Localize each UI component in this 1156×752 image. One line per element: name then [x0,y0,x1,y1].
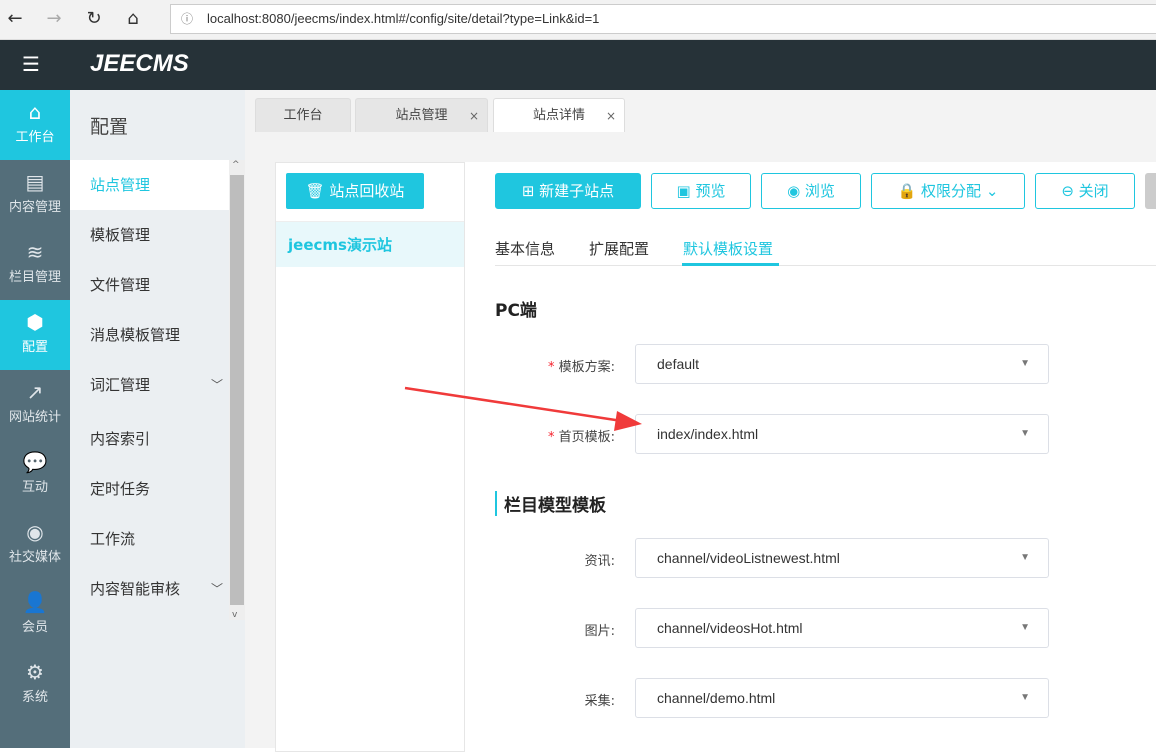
tab-extension-config[interactable]: 扩展配置 [589,238,649,259]
iconbar-item[interactable]: ⚙ 系统 [0,650,70,720]
iconbar-item[interactable]: 💬 互动 [0,440,70,510]
chevron-down-icon: ⌄ [981,182,999,200]
caret-down-icon: ▼ [1020,428,1030,439]
preview-button[interactable]: ▣ 预览 [651,173,751,209]
back-icon[interactable]: ← [3,8,27,29]
tab-divider [495,265,1156,266]
field-label: 图片: [584,624,615,639]
tab-site-detail[interactable]: 站点详情 × [493,98,625,132]
eye-icon: ◉ [787,182,805,200]
hamburger-menu-icon[interactable]: ☰ [22,52,40,76]
nav-icon: ↗ [26,380,44,404]
iconbar-item[interactable]: ↗ 网站统计 [0,370,70,440]
nav-icon: ◉ [26,520,44,544]
site-detail-main: ⊞ 新建子站点 ▣ 预览 ◉ 浏览 🔒 权限分配 ⌄ ⊖ 关闭 基本信息 扩展配… [465,162,1156,752]
menu-item[interactable]: 内容索引 [70,414,229,464]
template-scheme-select[interactable]: default ▼ [635,344,1049,384]
tab-site-management[interactable]: 站点管理 × [355,98,488,132]
field-label: * 模板方案: [547,360,615,375]
home-template-select[interactable]: index/index.html ▼ [635,414,1049,454]
menu-title: 配置 [90,116,129,138]
permission-dropdown-button[interactable]: 🔒 权限分配 ⌄ [871,173,1025,209]
menu-item[interactable]: 工作流 [70,514,229,564]
nav-icon: ⌂ [28,100,42,124]
menu-item[interactable]: 定时任务 [70,464,229,514]
iconbar-item[interactable]: ▤ 内容管理 [0,160,70,230]
nav-icon: 👤 [22,590,48,614]
recycle-icon: 🗑 [305,182,330,200]
info-icon: ⓘ [181,12,194,26]
menu-item[interactable]: 模板管理 [70,210,229,260]
chevron-down-icon: ﹀ [210,582,223,596]
caret-down-icon: ▼ [1020,552,1030,563]
file-search-icon: ▣ [676,182,696,200]
news-template-select[interactable]: channel/videoListnewest.html ▼ [635,538,1049,578]
url-text: localhost:8080/jeecms/index.html#/config… [207,11,600,26]
caret-down-icon: ▼ [1020,622,1030,633]
lock-icon: 🔒 [897,182,922,200]
field-label: 资讯: [584,554,615,569]
pc-section-title: PC端 [495,301,537,321]
channel-section-title: 栏目模型模板 [495,491,606,516]
reload-icon[interactable]: ↻ [82,8,106,29]
nav-icon: ⬢ [26,310,44,334]
minus-circle-icon: ⊖ [1061,182,1079,200]
chevron-down-icon: ﹀ [210,378,223,392]
forward-icon[interactable]: → [42,8,66,29]
nav-icon: ▤ [25,170,45,194]
caret-down-icon: ▼ [1020,358,1030,369]
image-template-select[interactable]: channel/videosHot.html ▼ [635,608,1049,648]
menu-item[interactable]: 站点管理 [70,160,229,210]
collect-template-select[interactable]: channel/demo.html ▼ [635,678,1049,718]
nav-icon: ≋ [26,240,44,264]
icon-sidebar: ⌂ 工作台 ▤ 内容管理 ≋ 栏目管理 ⬢ 配置 ↗ 网站统计 💬 互动 ◉ 社交媒体 👤 会员 ⚙ 系统 [0,90,70,748]
menu-item[interactable]: 词汇管理 ﹀ [70,360,229,410]
iconbar-item[interactable]: ≋ 栏目管理 [0,230,70,300]
new-subsite-button[interactable]: ⊞ 新建子站点 [495,173,641,209]
iconbar-item[interactable]: ⬢ 配置 [0,300,70,370]
nav-icon: 💬 [22,450,48,474]
menu-scrollbar[interactable]: ^ v [229,160,245,620]
tab-basic-info[interactable]: 基本信息 [495,238,555,259]
active-tab-indicator [682,263,779,266]
tab-workbench[interactable]: 工作台 [255,98,351,132]
iconbar-item[interactable]: 👤 会员 [0,580,70,650]
close-icon[interactable]: × [469,99,479,133]
menu-item[interactable]: 消息模板管理 [70,310,229,360]
address-bar[interactable]: ⓘ localhost:8080/jeecms/index.html#/confi… [170,4,1156,34]
logo: JEECMS [90,50,189,77]
browser-toolbar: ← → ↻ ⌂ ⓘ localhost:8080/jeecms/index.htm… [0,0,1156,40]
site-tree-panel: 🗑 站点回收站 jeecms演示站 [275,162,465,752]
menu-item[interactable]: 内容智能审核 ﹀ [70,564,229,614]
config-menu: 配置 站点管理 模板管理 文件管理 消息模板管理 词汇管理 ﹀ 内容索引 定时任务 工作流 内容智… [70,90,245,748]
iconbar-item[interactable]: ◉ 社交媒体 [0,510,70,580]
close-icon[interactable]: × [606,99,616,133]
iconbar-item[interactable]: ⌂ 工作台 [0,90,70,160]
field-label: 采集: [584,694,615,709]
more-button[interactable] [1145,173,1156,209]
home-icon[interactable]: ⌂ [121,8,145,29]
add-icon: ⊞ [521,182,540,200]
browse-button[interactable]: ◉ 浏览 [761,173,861,209]
close-button[interactable]: ⊖ 关闭 [1035,173,1135,209]
caret-down-icon: ▼ [1020,692,1030,703]
field-label: * 首页模板: [547,430,615,445]
site-recycle-button[interactable]: 🗑 站点回收站 [286,173,424,209]
tab-default-template[interactable]: 默认模板设置 [683,238,773,259]
menu-item[interactable]: 文件管理 [70,260,229,310]
nav-icon: ⚙ [26,660,44,684]
site-tree-item[interactable]: jeecms演示站 [276,221,464,267]
page-tabs: 工作台 站点管理 × 站点详情 × [245,90,1156,132]
